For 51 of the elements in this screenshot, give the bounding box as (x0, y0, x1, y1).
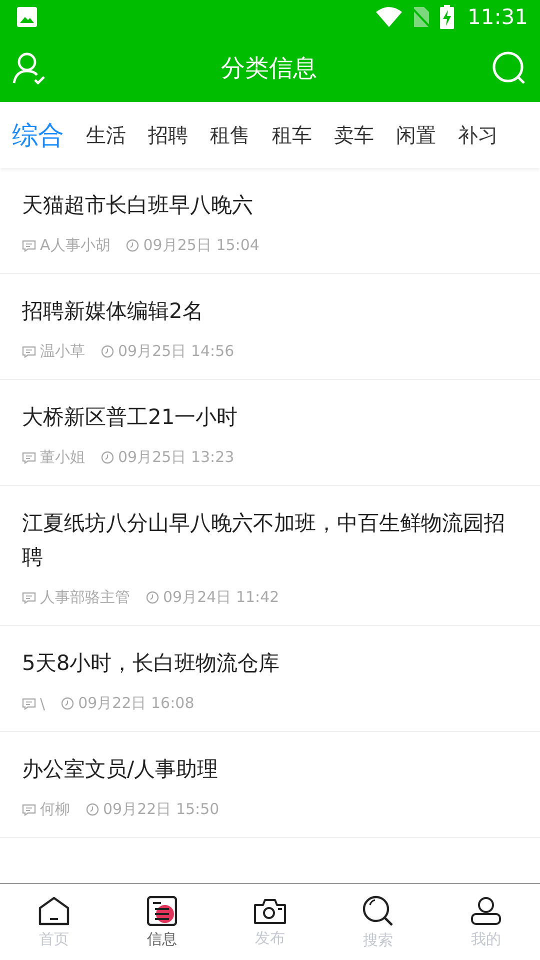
post-time: 09月22日 16:08 (78, 694, 194, 713)
category-tab[interactable]: 卖车 (334, 122, 374, 148)
category-tab[interactable]: 租售 (210, 122, 250, 148)
profile-icon (471, 896, 501, 926)
status-time: 11:31 (467, 5, 528, 29)
user-check-icon[interactable] (12, 51, 46, 85)
post-title[interactable]: 办公室文员/人事助理 (22, 752, 518, 786)
comment-icon (22, 592, 36, 604)
page-title: 分类信息 (221, 53, 317, 84)
post-author: 何柳 (40, 800, 70, 819)
post-title[interactable]: 天猫超市长白班早八晚六 (22, 188, 518, 222)
post-author: 董小姐 (40, 448, 85, 467)
category-tab[interactable]: 租车 (272, 122, 312, 148)
search-icon (362, 894, 394, 926)
clock-icon (146, 591, 159, 604)
post-author: \ (40, 694, 46, 712)
category-tab[interactable]: 闲置 (396, 122, 436, 148)
post-author: 人事部骆主管 (40, 588, 130, 607)
post-title[interactable]: 江夏纸坊八分山早八晚六不加班，中百生鲜物流园招聘 (22, 506, 518, 574)
category-tab[interactable]: 生活 (86, 122, 126, 148)
post-time: 09月22日 15:50 (103, 800, 220, 819)
no-sim-icon (411, 6, 432, 28)
document-icon (147, 896, 177, 926)
clock-icon (101, 451, 114, 464)
post-author: 温小草 (40, 342, 85, 361)
post-title[interactable]: 招聘新媒体编辑2名 (22, 294, 518, 328)
comment-icon (22, 804, 36, 816)
comment-icon (22, 452, 36, 464)
category-tab[interactable]: 补习 (458, 122, 498, 148)
post-time: 09月25日 13:23 (118, 448, 234, 467)
post-time: 09月25日 15:04 (143, 236, 260, 255)
comment-icon (22, 346, 36, 358)
image-icon (16, 6, 38, 28)
clock-icon (126, 239, 140, 252)
comment-icon (22, 698, 36, 710)
clock-icon (101, 345, 114, 358)
nav-tab[interactable]: 信息 (108, 884, 216, 960)
category-tab[interactable]: 招聘 (148, 122, 188, 148)
clock-icon (61, 697, 74, 710)
wifi-icon (375, 6, 404, 28)
camera-icon (253, 896, 287, 924)
home-icon (38, 896, 70, 926)
search-icon[interactable] (492, 51, 526, 85)
post-title[interactable]: 大桥新区普工21一小时 (22, 400, 518, 434)
post-time: 09月25日 14:56 (118, 342, 234, 361)
post-title[interactable]: 5天8小时，长白班物流仓库 (22, 646, 518, 680)
post-author: A人事小胡 (40, 236, 110, 255)
battery-icon (439, 5, 456, 29)
clock-icon (86, 803, 99, 816)
comment-icon (22, 240, 36, 252)
post-time: 09月24日 11:42 (163, 588, 280, 607)
